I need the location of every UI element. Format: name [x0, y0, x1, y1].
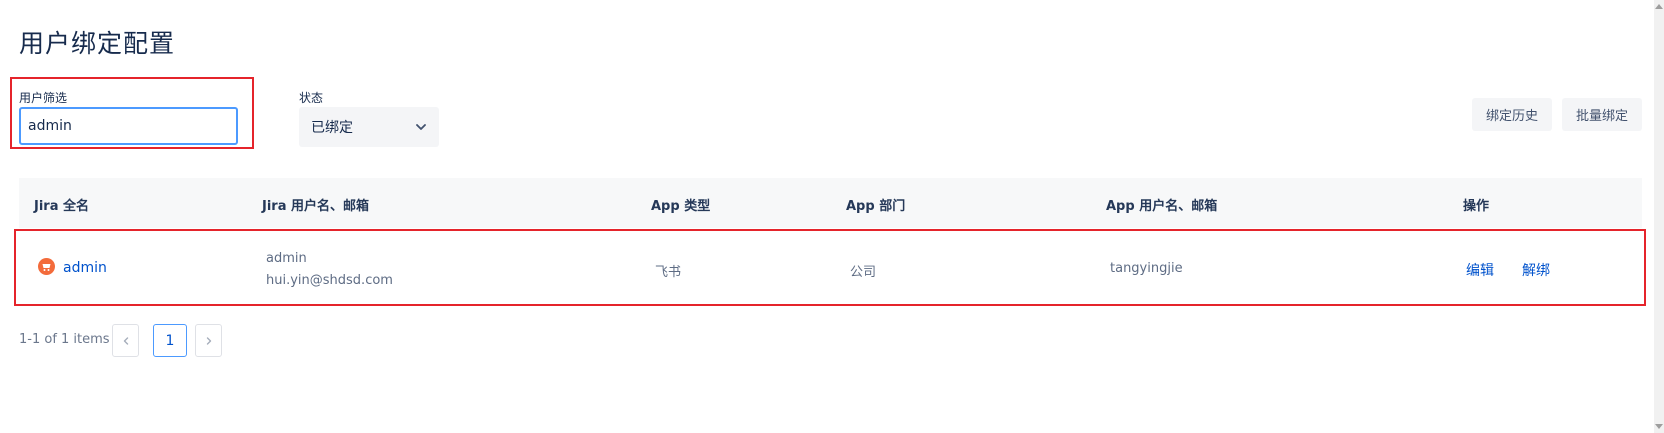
page-1-button[interactable]: 1 — [153, 324, 187, 357]
jira-username: admin — [266, 251, 307, 266]
jira-fullname-link[interactable]: admin — [63, 260, 107, 276]
chevron-right-icon — [206, 336, 211, 345]
bind-history-button[interactable]: 绑定历史 — [1472, 98, 1552, 131]
app-username: tangyingjie — [1110, 261, 1183, 276]
user-filter-input[interactable] — [19, 107, 238, 145]
status-select-value: 已绑定 — [311, 120, 353, 136]
pagination-summary: 1-1 of 1 items — [19, 332, 110, 347]
scroll-down-icon[interactable] — [1655, 424, 1663, 429]
scroll-up-icon[interactable] — [1655, 4, 1663, 9]
user-filter-label: 用户筛选 — [19, 91, 68, 105]
user-binding-page: 用户绑定配置 用户筛选 状态 已绑定 绑定历史 批量绑定 Jira 全名 Jir… — [0, 0, 1664, 433]
vertical-scrollbar[interactable] — [1654, 0, 1664, 433]
page-title: 用户绑定配置 — [19, 29, 176, 58]
column-header-actions: 操作 — [1463, 199, 1490, 214]
table-row — [14, 229, 1646, 306]
jira-email: hui.yin@shdsd.com — [266, 273, 393, 288]
prev-page-button[interactable] — [112, 324, 139, 357]
chevron-down-icon — [416, 124, 426, 130]
app-type: 飞书 — [655, 265, 682, 280]
next-page-button[interactable] — [195, 324, 222, 357]
unbind-link[interactable]: 解绑 — [1522, 260, 1550, 280]
app-dept: 公司 — [850, 265, 877, 280]
status-select[interactable]: 已绑定 — [299, 107, 439, 147]
chevron-left-icon — [123, 336, 128, 345]
column-header-app-username: App 用户名、邮箱 — [1106, 199, 1218, 214]
avatar-icon — [38, 258, 55, 275]
status-filter-label: 状态 — [299, 91, 324, 105]
column-header-jira-fullname: Jira 全名 — [34, 199, 90, 214]
column-header-jira-username: Jira 用户名、邮箱 — [262, 199, 370, 214]
column-header-app-dept: App 部门 — [846, 199, 906, 214]
edit-link[interactable]: 编辑 — [1466, 260, 1494, 280]
column-header-app-type: App 类型 — [651, 199, 711, 214]
batch-bind-button[interactable]: 批量绑定 — [1562, 98, 1642, 131]
